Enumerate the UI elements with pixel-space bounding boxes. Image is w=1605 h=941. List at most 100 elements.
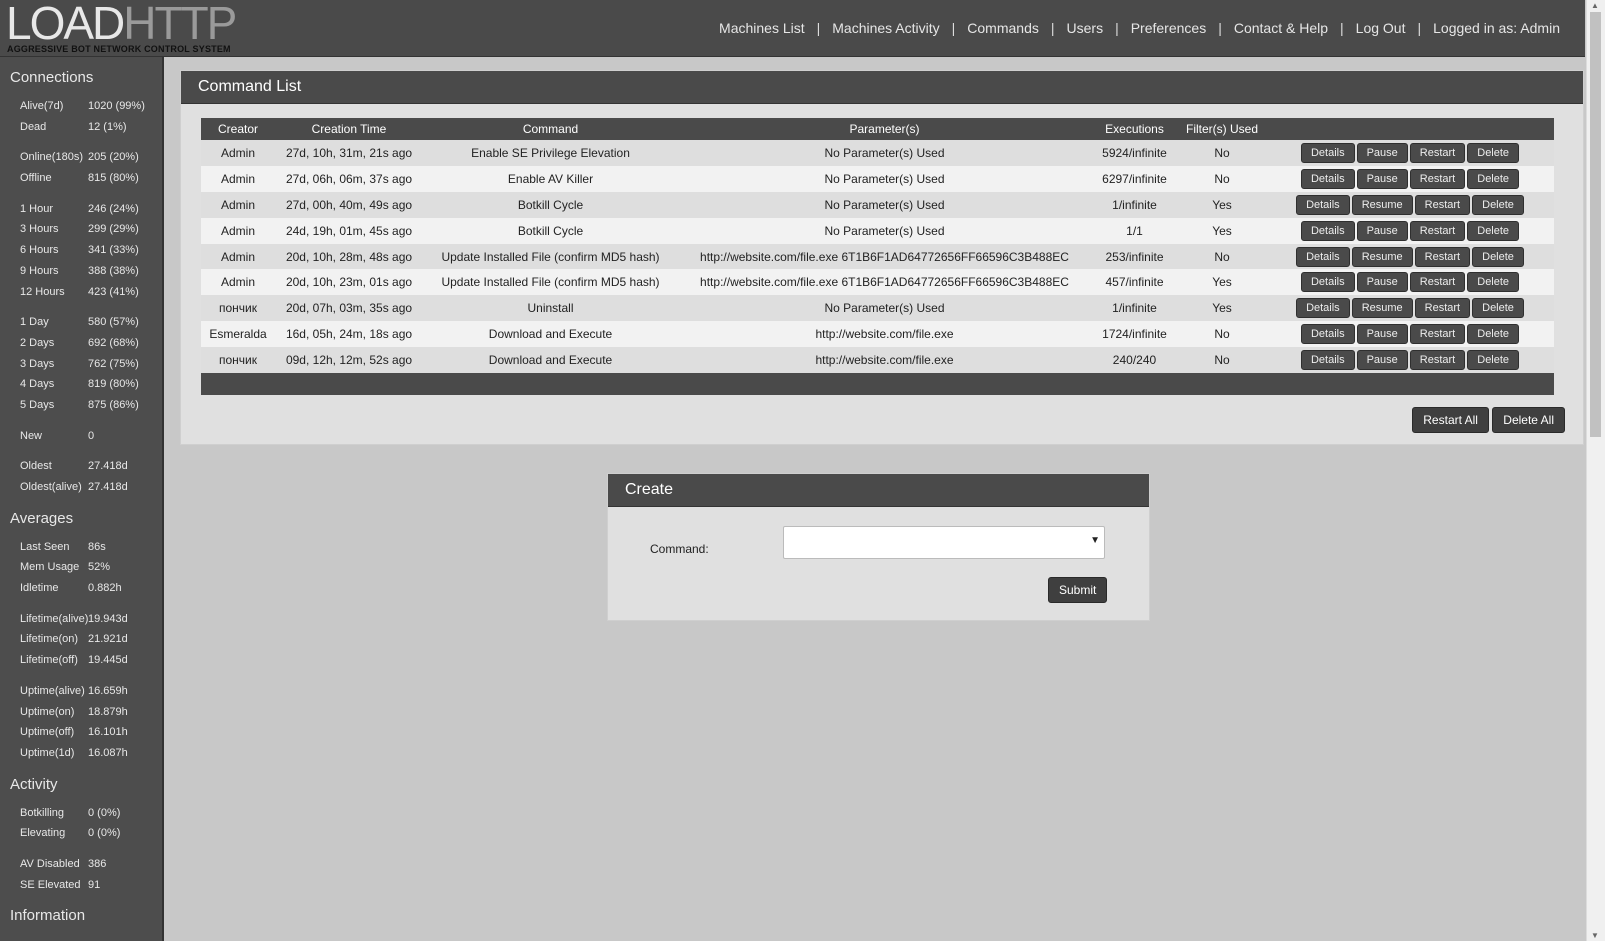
table-footer bbox=[201, 373, 1554, 396]
restart-button[interactable]: Restart bbox=[1414, 298, 1471, 319]
details-button[interactable]: Details bbox=[1300, 350, 1355, 371]
row-actions: Details Pause Restart Delete bbox=[1266, 140, 1554, 166]
cell-executions: 1724/infinite bbox=[1091, 321, 1178, 348]
pause-button[interactable]: Pause bbox=[1356, 220, 1408, 241]
cell-executions: 6297/infinite bbox=[1091, 165, 1178, 192]
cell-command: Uninstall bbox=[423, 295, 678, 322]
cell-params: No Parameter(s) Used bbox=[678, 140, 1091, 166]
command-select[interactable]: ▼ bbox=[783, 526, 1105, 559]
logo-tagline: AGGRESSIVE BOT NETWORK CONTROL SYSTEM bbox=[7, 44, 231, 54]
stat-value: 0 (0%) bbox=[88, 827, 121, 840]
details-button[interactable]: Details bbox=[1300, 324, 1355, 345]
delete-button[interactable]: Delete bbox=[1467, 168, 1520, 189]
cell-creator: Admin bbox=[201, 191, 275, 218]
details-button[interactable]: Details bbox=[1300, 272, 1355, 293]
details-button[interactable]: Details bbox=[1300, 220, 1355, 241]
stat-row: 3 Days 762 (75%) bbox=[0, 354, 162, 375]
delete-button[interactable]: Delete bbox=[1467, 350, 1520, 371]
column-header bbox=[1266, 118, 1554, 140]
cell-params: http://website.com/file.exe 6T1B6F1AD647… bbox=[678, 243, 1091, 270]
delete-button[interactable]: Delete bbox=[1467, 220, 1520, 241]
stat-row: 1 Hour 246 (24%) bbox=[0, 199, 162, 220]
table-row: Esmeralda 16d, 05h, 24m, 18s ago Download … bbox=[201, 321, 1554, 348]
stat-label: 3 Days bbox=[20, 357, 55, 370]
stat-label: 1 Day bbox=[20, 316, 49, 329]
resume-button[interactable]: Resume bbox=[1351, 298, 1413, 319]
stat-label: Online(180s) bbox=[20, 151, 83, 164]
restart-button[interactable]: Restart bbox=[1409, 220, 1466, 241]
cell-creator: Esmeralda bbox=[201, 321, 275, 348]
stat-row: 3 Hours 299 (29%) bbox=[0, 219, 162, 240]
delete-button[interactable]: Delete bbox=[1472, 298, 1524, 319]
nav-machines-list[interactable]: Machines List bbox=[719, 20, 805, 36]
pause-button[interactable]: Pause bbox=[1356, 324, 1408, 345]
restart-button[interactable]: Restart bbox=[1409, 272, 1466, 293]
nav-separator: | bbox=[1218, 20, 1222, 36]
pause-button[interactable]: Pause bbox=[1356, 272, 1408, 293]
stat-value: 18.879h bbox=[88, 705, 128, 718]
restart-all-button[interactable]: Restart All bbox=[1412, 407, 1489, 433]
submit-button[interactable]: Submit bbox=[1048, 577, 1108, 603]
resume-button[interactable]: Resume bbox=[1351, 246, 1413, 267]
nav-separator: | bbox=[1417, 20, 1422, 36]
scroll-up-icon[interactable]: ▲ bbox=[1591, 1, 1599, 10]
nav-contact-help[interactable]: Contact & Help bbox=[1234, 20, 1328, 36]
stat-value: 16.087h bbox=[88, 746, 128, 759]
restart-button[interactable]: Restart bbox=[1409, 168, 1466, 189]
page-scrollbar[interactable]: ▲ ▼ bbox=[1586, 0, 1605, 941]
stat-row: Botkilling 0 (0%) bbox=[0, 803, 162, 824]
details-button[interactable]: Details bbox=[1300, 142, 1355, 163]
scroll-down-icon[interactable]: ▼ bbox=[1591, 931, 1599, 940]
stat-label: 2 Days bbox=[20, 336, 55, 349]
stat-label: Elevating bbox=[20, 827, 66, 840]
delete-button[interactable]: Delete bbox=[1467, 272, 1520, 293]
cell-time: 20d, 10h, 28m, 48s ago bbox=[275, 243, 423, 270]
stat-row: New 0 bbox=[0, 426, 162, 447]
pause-button[interactable]: Pause bbox=[1356, 168, 1408, 189]
stat-row: 2 Days 692 (68%) bbox=[0, 333, 162, 354]
resume-button[interactable]: Resume bbox=[1351, 194, 1413, 215]
delete-button[interactable]: Delete bbox=[1472, 246, 1524, 267]
logo: LOADHTTP AGGRESSIVE BOT NETWORK CONTROL … bbox=[6, 0, 237, 56]
details-button[interactable]: Details bbox=[1296, 298, 1350, 319]
nav-preferences[interactable]: Preferences bbox=[1131, 20, 1206, 36]
restart-button[interactable]: Restart bbox=[1414, 194, 1471, 215]
scrollbar-thumb[interactable] bbox=[1590, 12, 1601, 437]
delete-button[interactable]: Delete bbox=[1467, 324, 1520, 345]
cell-params: No Parameter(s) Used bbox=[678, 165, 1091, 192]
pause-button[interactable]: Pause bbox=[1356, 350, 1408, 371]
stat-label: Botkilling bbox=[20, 806, 65, 819]
restart-button[interactable]: Restart bbox=[1414, 246, 1471, 267]
cell-time: 20d, 10h, 23m, 01s ago bbox=[275, 269, 423, 296]
table-row: Admin 20d, 10h, 28m, 48s ago Update Instal… bbox=[201, 243, 1554, 270]
stat-value: 341 (33%) bbox=[88, 244, 139, 257]
command-list-panel: Command List Creator Creation Time Command… bbox=[180, 70, 1584, 445]
stat-label: Dead bbox=[20, 120, 47, 133]
stat-value: 16.101h bbox=[88, 726, 128, 739]
nav-log-out[interactable]: Log Out bbox=[1356, 20, 1406, 36]
nav-commands[interactable]: Commands bbox=[967, 20, 1039, 36]
nav-machines-activity[interactable]: Machines Activity bbox=[832, 20, 939, 36]
details-button[interactable]: Details bbox=[1296, 194, 1350, 215]
nav-separator: | bbox=[1050, 20, 1055, 36]
stat-value: 16.659h bbox=[88, 684, 128, 697]
top-nav: Machines List | Machines Activity | Commands… bbox=[719, 20, 1560, 36]
nav-users[interactable]: Users bbox=[1067, 20, 1104, 36]
delete-button[interactable]: Delete bbox=[1472, 194, 1524, 215]
delete-all-button[interactable]: Delete All bbox=[1492, 407, 1565, 433]
pause-button[interactable]: Pause bbox=[1356, 142, 1408, 163]
restart-button[interactable]: Restart bbox=[1409, 350, 1466, 371]
details-button[interactable]: Details bbox=[1296, 246, 1350, 267]
restart-button[interactable]: Restart bbox=[1409, 142, 1466, 163]
header-bar: LOADHTTP AGGRESSIVE BOT NETWORK CONTROL … bbox=[0, 0, 1585, 57]
stat-value: 0 (0%) bbox=[88, 806, 121, 819]
delete-button[interactable]: Delete bbox=[1467, 142, 1520, 163]
details-button[interactable]: Details bbox=[1300, 168, 1355, 189]
cell-command: Download and Execute bbox=[423, 321, 678, 348]
cell-time: 16d, 05h, 24m, 18s ago bbox=[275, 321, 423, 348]
row-actions: Details Resume Restart Delete bbox=[1266, 243, 1554, 270]
restart-button[interactable]: Restart bbox=[1409, 324, 1466, 345]
